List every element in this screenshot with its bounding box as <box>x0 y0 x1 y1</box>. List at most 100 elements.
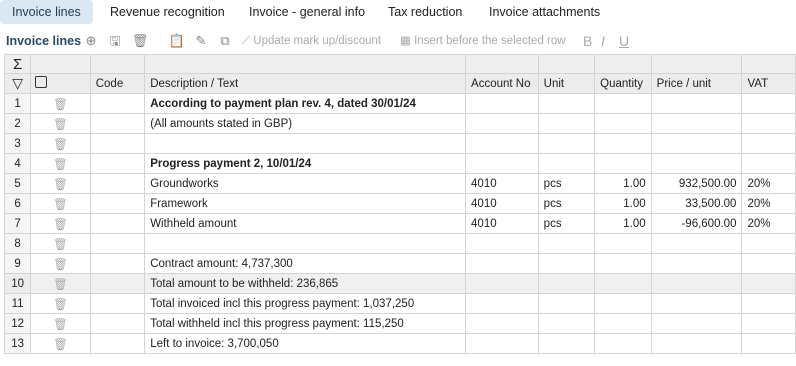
description-cell[interactable]: Total invoiced incl this progress paymen… <box>144 293 467 314</box>
unit-cell[interactable] <box>537 313 596 334</box>
table-row[interactable]: 4 🗑 Progress payment 2, 10/01/24 <box>3 153 796 174</box>
column-header-price[interactable]: Price / unit <box>650 73 743 94</box>
price-cell[interactable] <box>650 313 743 334</box>
tab-tax-reduction[interactable]: Tax reduction <box>388 0 462 24</box>
code-cell[interactable] <box>89 93 146 114</box>
table-row[interactable]: 2 🗑 (All amounts stated in GBP) <box>3 113 796 134</box>
unit-cell[interactable] <box>537 133 596 154</box>
delete-row-icon[interactable]: 🗑 <box>30 233 91 254</box>
underline-button[interactable]: U <box>619 30 629 52</box>
unit-cell[interactable] <box>537 113 596 134</box>
description-cell[interactable]: According to payment plan rev. 4, dated … <box>144 93 467 114</box>
quantity-cell[interactable] <box>594 313 652 334</box>
filter-icon[interactable]: ▽ <box>3 73 32 94</box>
delete-row-icon[interactable]: 🗑 <box>30 133 91 154</box>
delete-row-icon[interactable]: 🗑 <box>30 173 91 194</box>
code-cell[interactable] <box>89 213 146 234</box>
account-cell[interactable] <box>465 153 539 174</box>
code-cell[interactable] <box>89 273 146 294</box>
quantity-cell[interactable] <box>594 233 652 254</box>
account-cell[interactable] <box>465 313 539 334</box>
code-cell[interactable] <box>89 293 146 314</box>
delete-row-icon[interactable]: 🗑 <box>30 113 91 134</box>
code-cell[interactable] <box>89 333 146 354</box>
vat-cell[interactable] <box>741 313 796 334</box>
delete-row-icon[interactable]: 🗑 <box>30 333 91 354</box>
account-cell[interactable] <box>465 333 539 354</box>
code-cell[interactable] <box>89 253 146 274</box>
unit-cell[interactable]: pcs <box>537 193 596 214</box>
vat-cell[interactable] <box>741 333 796 354</box>
column-header-description[interactable]: Description / Text <box>144 73 467 94</box>
tab-invoice-lines[interactable]: Invoice lines <box>0 0 93 24</box>
unit-cell[interactable] <box>537 233 596 254</box>
clipboard-icon[interactable]: 📋 <box>168 30 186 52</box>
table-row[interactable]: 9 🗑 Contract amount: 4,737,300 <box>3 253 796 274</box>
vat-cell[interactable] <box>741 93 796 114</box>
description-cell[interactable]: Total amount to be withheld: 236,865 <box>144 273 467 294</box>
code-cell[interactable] <box>89 313 146 334</box>
account-cell[interactable] <box>465 253 539 274</box>
delete-row-icon[interactable]: 🗑 <box>30 293 91 314</box>
price-cell[interactable] <box>650 273 743 294</box>
code-cell[interactable] <box>89 233 146 254</box>
column-header-code[interactable]: Code <box>89 73 146 94</box>
code-cell[interactable] <box>89 133 146 154</box>
account-cell[interactable] <box>465 293 539 314</box>
vat-cell[interactable] <box>741 153 796 174</box>
account-cell[interactable] <box>465 233 539 254</box>
tab-invoice-general-info[interactable]: Invoice - general info <box>249 0 365 24</box>
account-cell[interactable] <box>465 93 539 114</box>
table-row[interactable]: 1 🗑 According to payment plan rev. 4, date… <box>3 93 796 114</box>
delete-row-icon[interactable]: 🗑 <box>30 153 91 174</box>
quantity-cell[interactable] <box>594 293 652 314</box>
trash-icon[interactable]: 🗑 <box>131 30 149 52</box>
quantity-cell[interactable] <box>594 333 652 354</box>
delete-row-icon[interactable]: 🗑 <box>30 213 91 234</box>
vat-cell[interactable]: 20% <box>741 213 796 234</box>
sum-icon[interactable]: Σ <box>3 54 32 74</box>
quantity-cell[interactable] <box>594 253 652 274</box>
copy-icon[interactable]: ⧉ <box>216 30 234 52</box>
price-cell[interactable]: -96,600.00 <box>650 213 743 234</box>
description-cell[interactable]: Left to invoice: 3,700,050 <box>144 333 467 354</box>
column-header-quantity[interactable]: Quantity <box>594 73 652 94</box>
description-cell[interactable]: Framework <box>144 193 467 214</box>
account-cell[interactable] <box>465 133 539 154</box>
description-cell[interactable] <box>144 133 467 154</box>
delete-row-icon[interactable]: 🗑 <box>30 253 91 274</box>
tab-invoice-attachments[interactable]: Invoice attachments <box>489 0 600 24</box>
table-row[interactable]: 7 🗑 Withheld amount 4010 pcs 1.00 -96,600.00 20… <box>3 213 796 234</box>
delete-row-icon[interactable]: 🗑 <box>30 313 91 334</box>
vat-cell[interactable] <box>741 113 796 134</box>
quantity-cell[interactable] <box>594 153 652 174</box>
unit-cell[interactable] <box>537 153 596 174</box>
code-cell[interactable] <box>89 113 146 134</box>
column-header-account[interactable]: Account No <box>465 73 539 94</box>
account-cell[interactable]: 4010 <box>465 213 539 234</box>
vat-cell[interactable] <box>741 293 796 314</box>
price-cell[interactable] <box>650 333 743 354</box>
delete-row-icon[interactable]: 🗑 <box>30 93 91 114</box>
table-row[interactable]: 6 🗑 Framework 4010 pcs 1.00 33,500.00 20% <box>3 193 796 214</box>
vat-cell[interactable] <box>741 233 796 254</box>
unit-cell[interactable]: pcs <box>537 213 596 234</box>
column-header-unit[interactable]: Unit <box>537 73 596 94</box>
add-icon[interactable]: ⊕ <box>82 30 100 52</box>
description-cell[interactable]: Progress payment 2, 10/01/24 <box>144 153 467 174</box>
notes-column-header[interactable] <box>30 73 91 94</box>
quantity-cell[interactable] <box>594 93 652 114</box>
table-row[interactable]: 13 🗑 Left to invoice: 3,700,050 <box>3 333 796 354</box>
unit-cell[interactable] <box>537 253 596 274</box>
description-cell[interactable] <box>144 233 467 254</box>
price-cell[interactable] <box>650 153 743 174</box>
price-cell[interactable]: 33,500.00 <box>650 193 743 214</box>
code-cell[interactable] <box>89 173 146 194</box>
unit-cell[interactable] <box>537 273 596 294</box>
description-cell[interactable]: Groundworks <box>144 173 467 194</box>
account-cell[interactable] <box>465 273 539 294</box>
description-cell[interactable]: (All amounts stated in GBP) <box>144 113 467 134</box>
quantity-cell[interactable] <box>594 113 652 134</box>
delete-row-icon[interactable]: 🗑 <box>30 193 91 214</box>
vat-cell[interactable]: 20% <box>741 193 796 214</box>
